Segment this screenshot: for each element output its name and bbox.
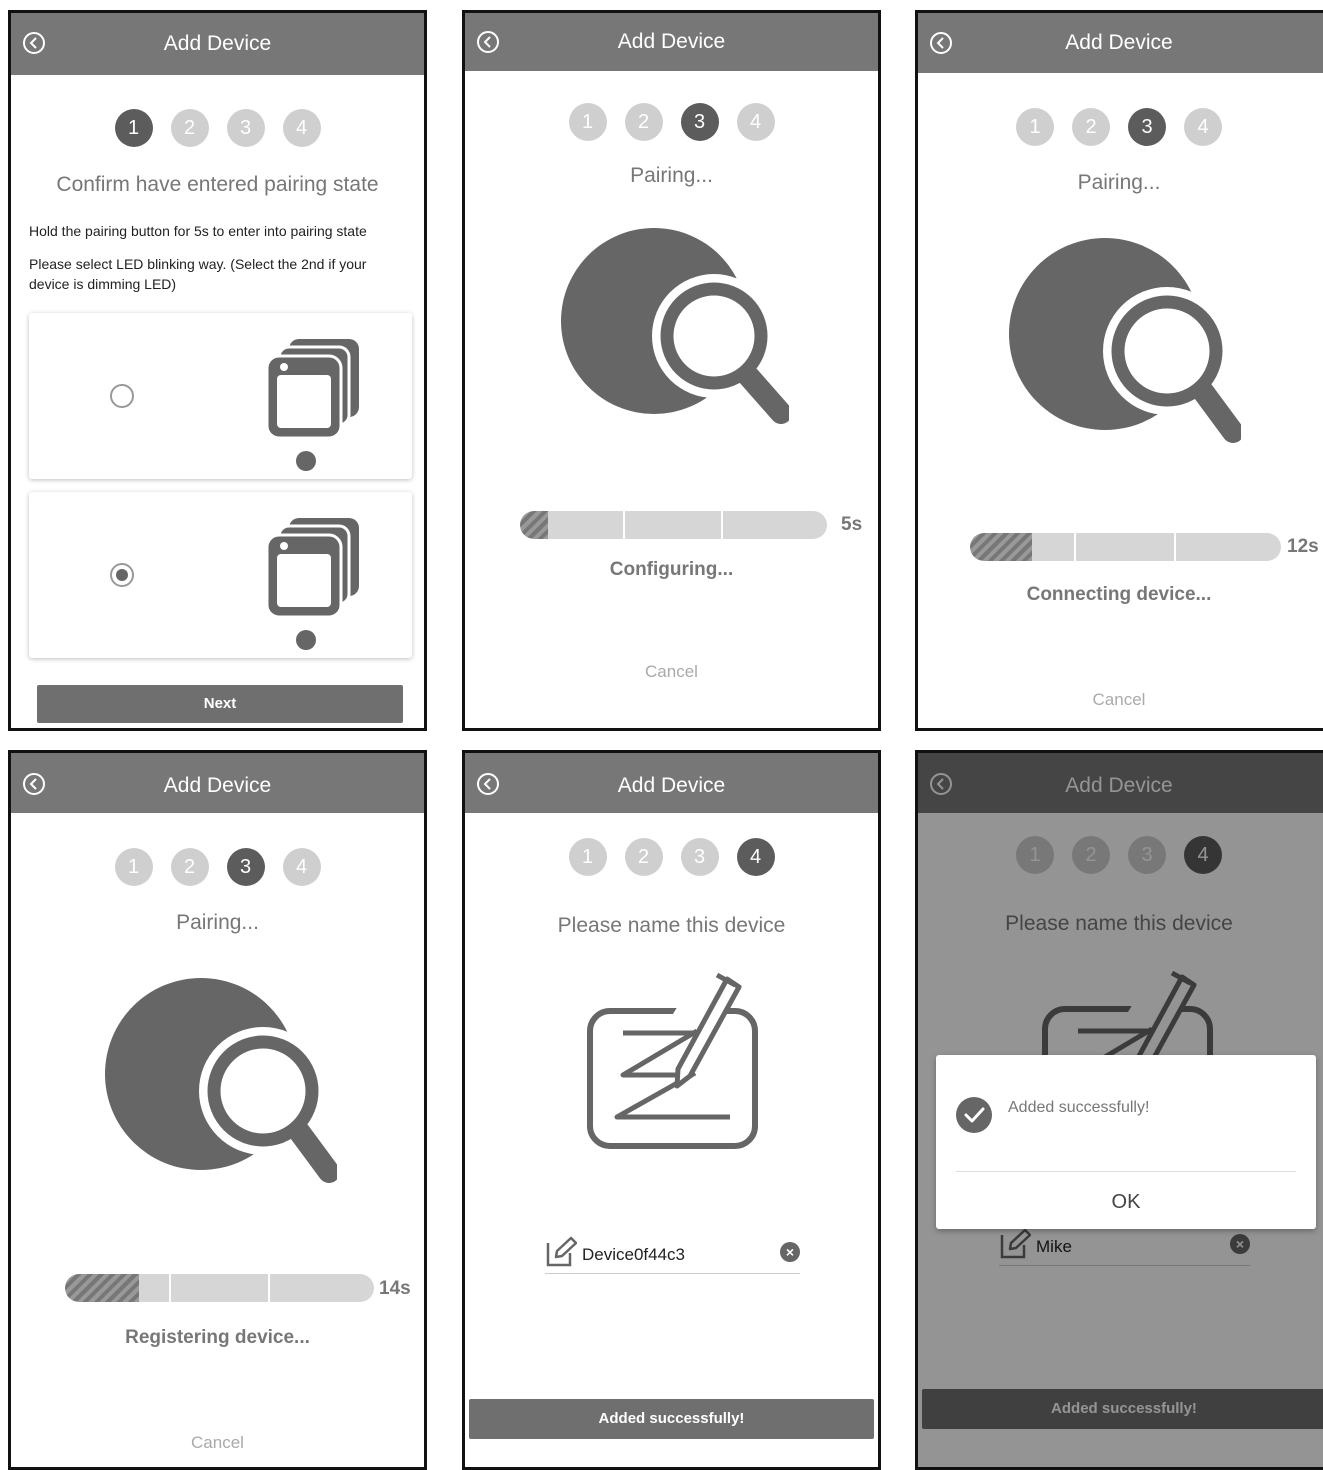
app-header: Add Device	[465, 13, 878, 71]
pairing-status: Configuring...	[609, 559, 734, 580]
search-device-icon	[1009, 238, 1241, 443]
edit-icon	[546, 1236, 577, 1267]
elapsed-time: 5s	[841, 514, 863, 535]
dialog-message: Added successfully!	[1008, 1099, 1150, 1116]
cancel-button[interactable]: Cancel	[11, 1433, 424, 1453]
led-instruction: Please select LED blinking way. (Select …	[29, 256, 367, 292]
next-button[interactable]: Next	[37, 685, 403, 723]
cancel-button[interactable]: Cancel	[465, 662, 878, 682]
app-header: Add Device	[11, 753, 424, 813]
pairing-progress-bar	[520, 511, 827, 539]
step-3: 3	[226, 109, 265, 147]
step-1: 1	[114, 109, 153, 147]
screen-configuring: Add Device 1234 Pairing... 5s Configurin…	[462, 10, 881, 731]
led-option-1[interactable]	[29, 313, 412, 479]
search-device-icon	[105, 978, 337, 1183]
device-name-value[interactable]: Device0f44c3	[582, 1245, 685, 1265]
page-title: Add Device	[617, 30, 726, 53]
elapsed-time: 12s	[1287, 536, 1319, 557]
pairing-label: Pairing...	[630, 164, 713, 187]
app-header: Add Device	[465, 753, 878, 813]
step-4: 4	[282, 848, 321, 886]
step-4: 4	[736, 838, 775, 876]
name-device-heading: Please name this device	[557, 914, 786, 937]
radio-option-2[interactable]	[110, 563, 134, 587]
progress-fill	[970, 533, 1033, 561]
progress-divider	[721, 511, 723, 539]
step-3: 3	[1128, 108, 1166, 146]
step-2: 2	[624, 838, 663, 876]
cancel-button[interactable]: Cancel	[918, 690, 1320, 710]
screen-name-device: Add Device 1234 Please name this device …	[462, 750, 881, 1470]
step-2: 2	[1072, 108, 1110, 146]
step-2: 2	[170, 848, 209, 886]
page-title: Add Device	[1065, 31, 1173, 54]
led-blink-icon	[265, 339, 359, 471]
screen-registering: Add Device 1234 Pairing... 14s Registeri…	[8, 750, 427, 1470]
step-indicator: 1234	[465, 838, 878, 878]
added-successfully-button[interactable]: Added successfully!	[469, 1399, 874, 1439]
pairing-heading: Confirm have entered pairing state	[56, 173, 379, 196]
progress-divider	[623, 511, 625, 539]
step-4: 4	[282, 109, 321, 147]
pairing-progress-bar	[65, 1274, 374, 1302]
progress-divider	[169, 1274, 171, 1302]
elapsed-time: 14s	[379, 1278, 411, 1299]
step-indicator: 1234	[11, 848, 424, 888]
page-title: Add Device	[163, 32, 272, 55]
step-1: 1	[114, 848, 153, 886]
screen-connecting: Add Device 1234 Pairing... 12s Connectin…	[915, 10, 1323, 731]
app-header: Add Device	[918, 13, 1323, 73]
step-2: 2	[170, 109, 209, 147]
search-device-icon	[561, 228, 789, 424]
progress-fill	[520, 511, 548, 539]
dimming-led-icon	[265, 518, 359, 650]
screen-confirm-pairing: Add Device 1234 Confirm have entered pai…	[8, 10, 427, 731]
step-indicator: 1234	[465, 103, 878, 143]
step-1: 1	[1016, 108, 1054, 146]
clear-icon[interactable]: ×	[780, 1242, 800, 1262]
step-4: 4	[1184, 108, 1222, 146]
step-3: 3	[680, 838, 719, 876]
step-indicator: 1234	[11, 109, 424, 149]
pairing-label: Pairing...	[1077, 171, 1161, 194]
step-2: 2	[624, 103, 663, 141]
dialog-divider	[956, 1171, 1296, 1172]
step-indicator: 1234	[918, 108, 1320, 148]
step-3: 3	[680, 103, 719, 141]
edit-name-icon	[587, 971, 758, 1149]
progress-divider	[268, 1274, 270, 1302]
pairing-label: Pairing...	[176, 911, 259, 934]
app-header: Add Device	[11, 13, 424, 75]
page-title: Add Device	[617, 774, 726, 797]
device-name-field[interactable]: Device0f44c3 ×	[545, 1231, 800, 1274]
pairing-status: Connecting device...	[1026, 584, 1212, 605]
success-dialog: Added successfully! OK	[936, 1055, 1316, 1229]
step-1: 1	[568, 103, 607, 141]
step-4: 4	[736, 103, 775, 141]
pairing-progress-bar	[970, 533, 1281, 561]
pairing-status: Registering device...	[125, 1327, 310, 1348]
step-1: 1	[568, 838, 607, 876]
checkmark-icon	[956, 1097, 992, 1133]
ok-button[interactable]: OK	[936, 1191, 1316, 1214]
progress-fill	[65, 1274, 140, 1302]
screen-added-successfully: Add Device 1234 Please name this device …	[915, 750, 1323, 1470]
led-option-2[interactable]	[29, 492, 412, 658]
progress-divider	[1074, 533, 1076, 561]
step-3: 3	[226, 848, 265, 886]
page-title: Add Device	[163, 774, 272, 797]
progress-divider	[1174, 533, 1176, 561]
radio-option-1[interactable]	[110, 384, 134, 408]
pairing-instruction: Hold the pairing button for 5s to enter …	[29, 223, 367, 239]
